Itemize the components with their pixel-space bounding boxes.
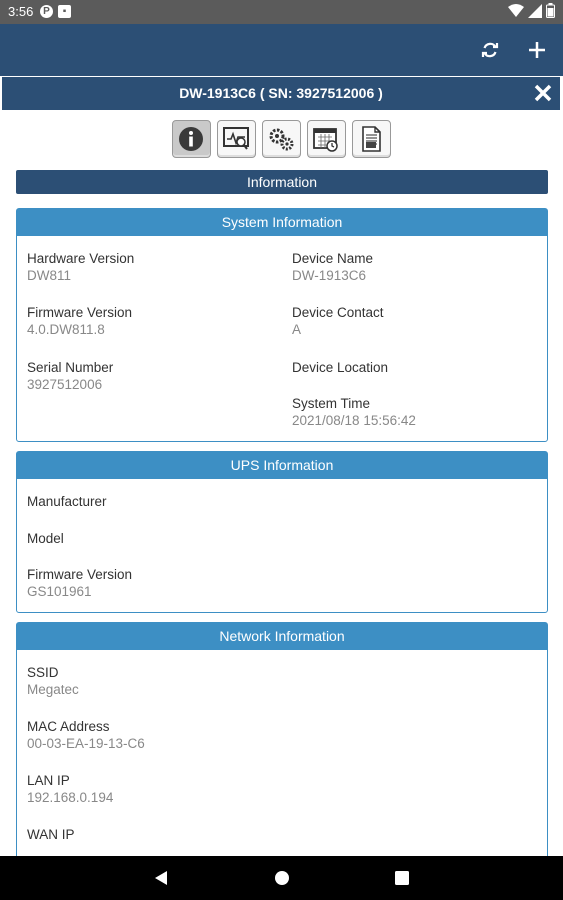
- home-button[interactable]: [262, 856, 302, 900]
- ups-firmware-label: Firmware Version: [27, 567, 133, 582]
- back-icon: [155, 871, 167, 885]
- section-title-bar: Information: [16, 170, 548, 194]
- status-time: 3:56: [8, 4, 34, 19]
- manufacturer-field: Manufacturer: [27, 494, 107, 509]
- recents-icon: [395, 871, 409, 885]
- system-info-panel: System Information Hardware Version DW81…: [16, 208, 548, 442]
- wifi-icon: [508, 3, 524, 17]
- mac-address-label: MAC Address: [27, 719, 110, 734]
- ups-firmware-field: Firmware Version GS101961: [27, 567, 132, 599]
- system-time-value: 2021/08/18 15:56:42: [292, 413, 416, 428]
- device-dialog: DW-1913C6 ( SN: 3927512006 ) Information…: [2, 77, 560, 856]
- firmware-version-label: Firmware Version: [27, 305, 133, 320]
- recents-button[interactable]: [382, 856, 422, 900]
- device-name-label: Device Name: [292, 251, 374, 266]
- manufacturer-label: Manufacturer: [27, 494, 107, 509]
- model-label: Model: [27, 531, 64, 546]
- schedule-tab-button[interactable]: [306, 120, 346, 158]
- firmware-version-value: 4.0.DW811.8: [27, 322, 105, 337]
- app-bar: [0, 24, 563, 76]
- firmware-version-field: Firmware Version 4.0.DW811.8: [27, 305, 132, 337]
- ups-info-panel: UPS Information Manufacturer Model Firmw…: [16, 451, 548, 613]
- lan-ip-field: LAN IP 192.168.0.194: [27, 773, 113, 805]
- close-button[interactable]: [530, 80, 556, 106]
- device-location-field: Device Location: [292, 360, 388, 375]
- log-tab-button[interactable]: [351, 120, 391, 158]
- close-icon: [534, 84, 552, 102]
- hardware-version-value: DW811: [27, 268, 72, 283]
- info-icon: [179, 127, 203, 151]
- battery-icon: [546, 3, 555, 18]
- device-contact-label: Device Contact: [292, 305, 384, 320]
- signal-icon: [528, 3, 542, 18]
- wan-ip-field: WAN IP: [27, 827, 75, 842]
- model-field: Model: [27, 531, 64, 546]
- monitor-icon: [223, 127, 249, 150]
- dialog-toolbar: [2, 120, 560, 158]
- device-contact-value: A: [292, 322, 302, 337]
- info-tab-button[interactable]: [171, 120, 211, 158]
- navigation-bar: [0, 856, 563, 900]
- hardware-version-label: Hardware Version: [27, 251, 135, 266]
- device-location-label: Device Location: [292, 360, 389, 375]
- refresh-button[interactable]: [474, 34, 506, 66]
- device-contact-field: Device Contact A: [292, 305, 384, 337]
- schedule-calendar-icon: [313, 128, 338, 152]
- ups-info-header: UPS Information: [17, 452, 547, 479]
- system-info-header: System Information: [17, 209, 547, 236]
- home-icon: [275, 871, 289, 885]
- plus-icon: [529, 42, 545, 58]
- device-name-field: Device Name DW-1913C6: [292, 251, 373, 283]
- lan-ip-value: 192.168.0.194: [27, 790, 114, 805]
- status-bar: 3:56 P ▪: [0, 0, 563, 24]
- notification-doc-icon: ▪: [58, 5, 71, 18]
- system-time-label: System Time: [292, 396, 371, 411]
- dialog-title: DW-1913C6 ( SN: 3927512006 ): [2, 77, 560, 110]
- wan-ip-label: WAN IP: [27, 827, 75, 842]
- serial-number-field: Serial Number 3927512006: [27, 360, 113, 392]
- settings-gears-icon: [269, 128, 294, 151]
- back-button[interactable]: [141, 856, 181, 900]
- settings-tab-button[interactable]: [261, 120, 301, 158]
- hardware-version-field: Hardware Version DW811: [27, 251, 134, 283]
- refresh-icon: [481, 42, 499, 58]
- ssid-field: SSID Megatec: [27, 665, 79, 697]
- serial-number-value: 3927512006: [27, 377, 103, 392]
- mac-address-value: 00-03-EA-19-13-C6: [27, 736, 145, 751]
- system-time-field: System Time 2021/08/18 15:56:42: [292, 396, 416, 428]
- network-info-panel: Network Information SSID Megatec MAC Add…: [16, 622, 548, 856]
- mac-address-field: MAC Address 00-03-EA-19-13-C6: [27, 719, 145, 751]
- add-button[interactable]: [521, 34, 553, 66]
- monitor-tab-button[interactable]: [216, 120, 256, 158]
- ssid-value: Megatec: [27, 682, 79, 697]
- device-name-value: DW-1913C6: [292, 268, 367, 283]
- lan-ip-label: LAN IP: [27, 773, 70, 788]
- serial-number-label: Serial Number: [27, 360, 114, 375]
- ssid-label: SSID: [27, 665, 59, 680]
- log-document-icon: [362, 126, 381, 152]
- network-info-header: Network Information: [17, 623, 547, 650]
- notification-p-icon: P: [40, 5, 53, 18]
- ups-firmware-value: GS101961: [27, 584, 92, 599]
